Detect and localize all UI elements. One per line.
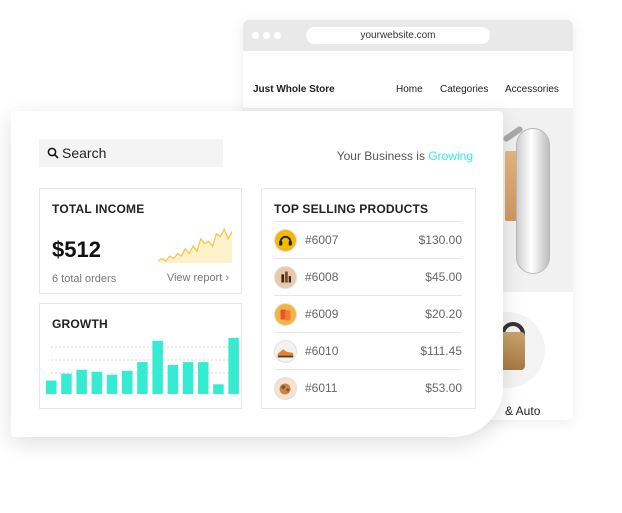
growth-bar	[46, 380, 57, 394]
product-price: $45.00	[425, 270, 462, 284]
product-id: #6007	[305, 233, 339, 247]
food-icon	[274, 376, 297, 400]
headphones-icon	[274, 228, 297, 252]
growth-bar	[91, 371, 103, 394]
search-input[interactable]: Search	[39, 139, 223, 167]
nav-link-categories[interactable]: Categories	[440, 84, 488, 95]
growth-bar	[122, 370, 133, 394]
bottles-icon	[274, 265, 297, 289]
panel-title: TOP SELLING PRODUCTS	[274, 202, 429, 216]
growth-bar-chart	[46, 337, 239, 394]
total-income-panel: TOTAL INCOME $512 6 total orders View re…	[39, 188, 242, 294]
window-dot-icon	[252, 32, 259, 39]
shoe-icon	[274, 339, 297, 363]
product-row[interactable]: #6010 $111.45	[274, 332, 462, 369]
panel-title: TOTAL INCOME	[52, 202, 145, 216]
product-price: $53.00	[425, 381, 462, 395]
growth-bar	[152, 340, 163, 394]
income-value: $512	[52, 237, 101, 262]
product-row[interactable]: #6008 $45.00	[274, 258, 462, 295]
product-row[interactable]: #6007 $130.00	[274, 221, 462, 258]
product-price: $111.45	[420, 344, 462, 358]
product-row[interactable]: #6009 $20.20	[274, 295, 462, 332]
growth-bar	[167, 365, 179, 394]
growth-bar	[198, 362, 209, 394]
nav-link-accessories[interactable]: Accessories	[505, 84, 559, 95]
search-placeholder: Search	[62, 145, 107, 161]
panel-title: GROWTH	[52, 317, 108, 331]
tagline-accent: Growing	[428, 149, 473, 163]
growth-bar	[61, 373, 72, 394]
product-price: $20.20	[425, 307, 462, 321]
dashboard-card: Search Your Business is Growing TOTAL IN…	[11, 111, 503, 437]
site-header: Just Whole Store Home Categories Accesso…	[243, 51, 573, 109]
growth-bar	[228, 337, 239, 394]
browser-toolbar: yourwebsite.com	[243, 20, 573, 51]
cards-icon	[274, 302, 297, 326]
view-report-link[interactable]: View report ›	[167, 272, 229, 284]
growth-bar	[137, 362, 148, 394]
growth-panel: GROWTH	[39, 303, 242, 409]
roller-image	[516, 128, 550, 274]
product-id: #6010	[305, 344, 339, 358]
search-icon	[47, 147, 59, 159]
growth-bar	[182, 362, 194, 394]
business-tagline: Your Business is Growing	[337, 149, 473, 163]
product-id: #6008	[305, 270, 339, 284]
product-id: #6011	[305, 381, 338, 395]
window-dot-icon	[274, 32, 281, 39]
address-bar[interactable]: yourwebsite.com	[306, 27, 490, 44]
product-id: #6009	[305, 307, 339, 321]
product-row[interactable]: #6011 $53.00	[274, 369, 462, 406]
income-sparkline	[158, 227, 232, 263]
product-price: $130.00	[418, 233, 462, 247]
tagline-text: Your Business is	[336, 149, 425, 163]
growth-bar	[76, 369, 87, 394]
category-label[interactable]: & Auto	[505, 404, 540, 418]
window-dot-icon	[263, 32, 270, 39]
growth-bar	[213, 384, 224, 394]
orders-count: 6 total orders	[52, 273, 117, 285]
nav-link-home[interactable]: Home	[396, 84, 423, 95]
growth-bar	[106, 374, 118, 394]
site-brand[interactable]: Just Whole Store	[253, 84, 335, 95]
top-selling-panel: TOP SELLING PRODUCTS #6007 $130.00 #6008…	[261, 188, 476, 409]
